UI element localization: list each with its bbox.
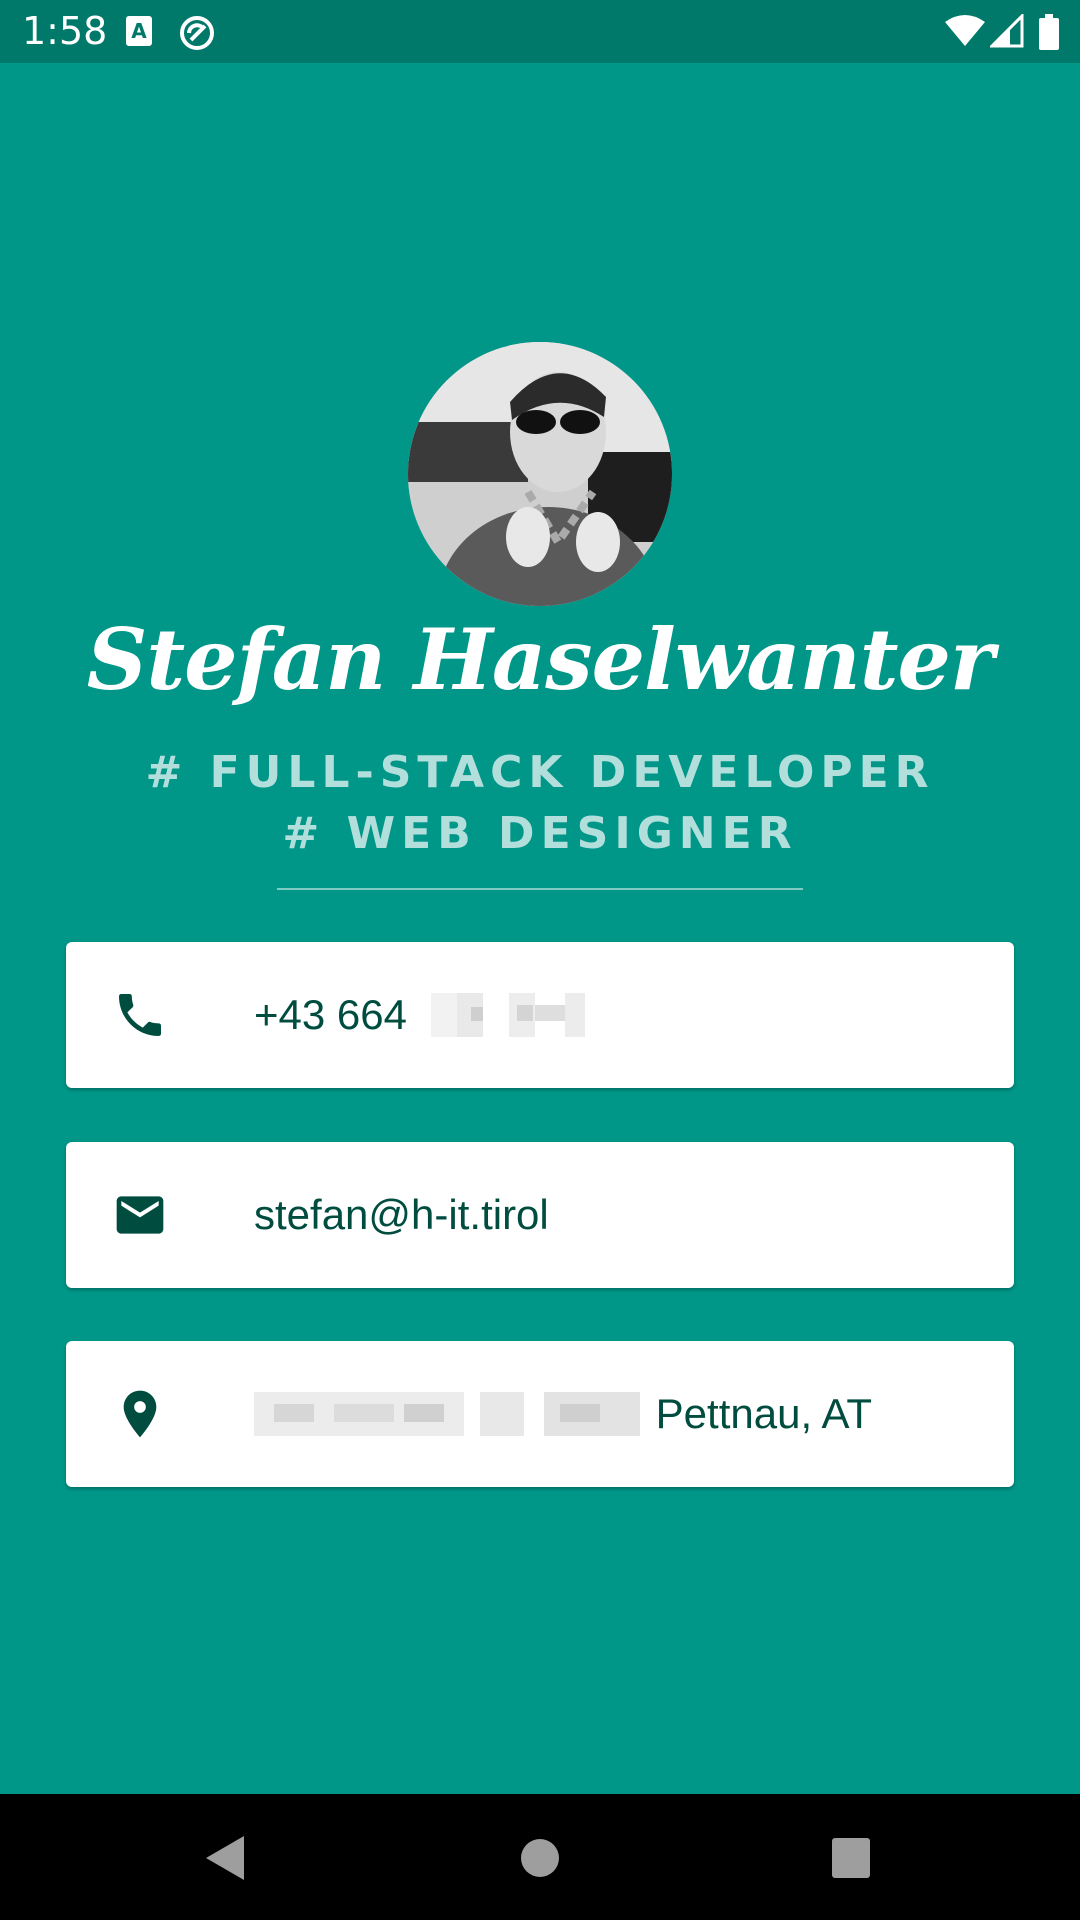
home-icon[interactable] bbox=[514, 1830, 566, 1891]
phone-text-wrap: +43 664 bbox=[254, 942, 609, 1088]
a-badge-icon: A bbox=[124, 14, 154, 53]
phone-icon bbox=[112, 987, 168, 1043]
divider bbox=[277, 888, 803, 890]
redacted-block bbox=[430, 992, 585, 1037]
svg-text:A: A bbox=[131, 19, 147, 43]
navigation-bar bbox=[0, 1794, 1080, 1920]
location-pin-icon bbox=[112, 1386, 168, 1442]
profile-avatar bbox=[408, 342, 672, 606]
location-text: Pettnau, AT bbox=[655, 1390, 873, 1437]
phone-number: +43 664 bbox=[254, 991, 407, 1038]
phone-card[interactable]: +43 664 bbox=[66, 942, 1014, 1088]
location-card[interactable]: Pettnau, AT bbox=[66, 1341, 1014, 1487]
status-time: 1:58 bbox=[22, 9, 108, 53]
status-bar: 1:58 A bbox=[0, 0, 1080, 63]
redacted-block bbox=[254, 1391, 640, 1436]
back-icon[interactable] bbox=[200, 1830, 250, 1891]
email-text: stefan@h-it.tirol bbox=[254, 1191, 549, 1238]
profile-role-2: # WEB DESIGNER bbox=[282, 808, 798, 859]
wifi-icon bbox=[944, 14, 986, 53]
sync-icon bbox=[178, 14, 216, 57]
profile-role-1: # FULL-STACK DEVELOPER bbox=[145, 747, 935, 798]
recents-icon[interactable] bbox=[828, 1830, 874, 1891]
profile-name: Stefan Haselwanter bbox=[86, 610, 995, 709]
email-icon bbox=[112, 1187, 168, 1243]
location-text-wrap: Pettnau, AT bbox=[254, 1341, 872, 1487]
email-card[interactable]: stefan@h-it.tirol bbox=[66, 1142, 1014, 1288]
signal-icon bbox=[988, 12, 1024, 53]
battery-icon bbox=[1038, 14, 1060, 55]
